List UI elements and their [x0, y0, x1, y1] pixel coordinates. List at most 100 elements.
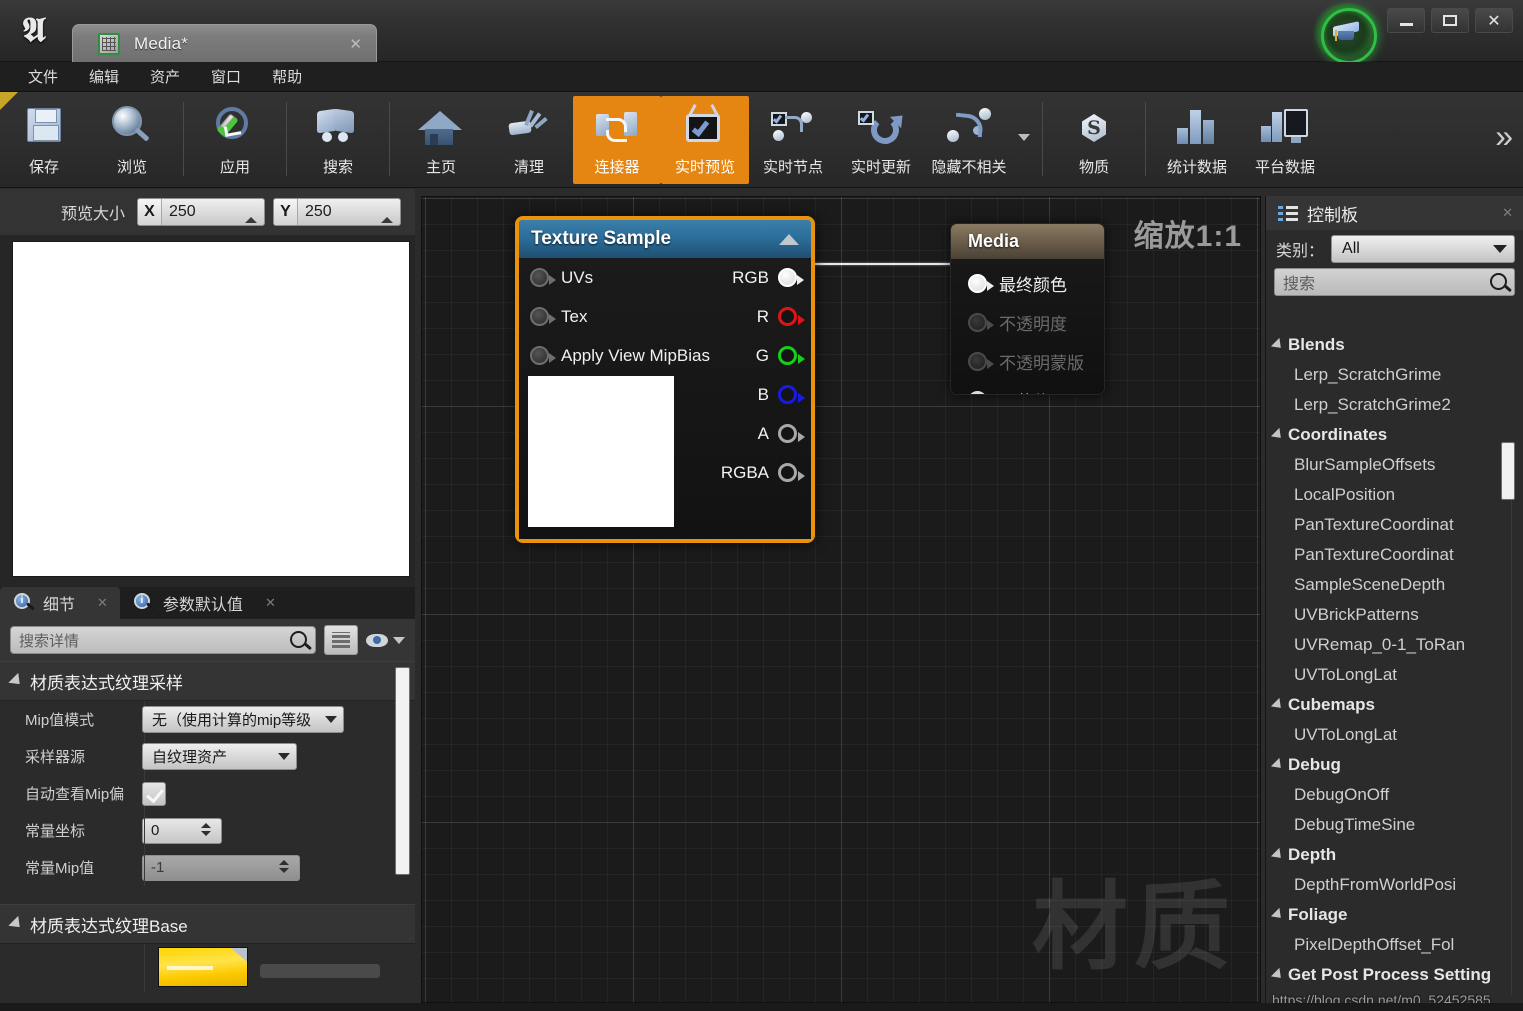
- toolbar-browse-button[interactable]: 浏览: [88, 96, 176, 184]
- prop-mip-value-mode-combo[interactable]: 无（使用计算的mip等级: [142, 706, 344, 733]
- node-output-r[interactable]: R: [651, 297, 811, 336]
- list-item[interactable]: PanTextureCoordinat: [1266, 510, 1523, 540]
- palette-group-cubemaps[interactable]: Cubemaps: [1266, 690, 1523, 720]
- menu-edit[interactable]: 编辑: [75, 62, 133, 91]
- node-output-b[interactable]: B: [651, 375, 811, 414]
- node-output-rgb[interactable]: RGB: [651, 258, 811, 297]
- preview-size-x-value[interactable]: 250: [162, 203, 240, 221]
- menu-window[interactable]: 窗口: [197, 62, 255, 91]
- preview-size-y-input[interactable]: Y 250: [273, 198, 401, 226]
- details-grid-view-button[interactable]: [324, 625, 358, 655]
- details-section-texture-base[interactable]: 材质表达式纹理Base: [0, 904, 415, 944]
- palette-group-post-process[interactable]: Get Post Process Setting: [1266, 960, 1523, 990]
- list-item[interactable]: PanTextureCoordinat: [1266, 540, 1523, 570]
- input-pin-screen-position[interactable]: [968, 391, 987, 394]
- list-item[interactable]: LocalPosition: [1266, 480, 1523, 510]
- toolbar-search-button[interactable]: 搜索: [294, 96, 382, 184]
- toolbar-apply-button[interactable]: 应用: [191, 96, 279, 184]
- input-pin-tex[interactable]: [530, 307, 556, 326]
- details-section-texture-sample[interactable]: 材质表达式纹理采样: [0, 661, 415, 701]
- toolbar-live-update-button[interactable]: 实时更新: [837, 96, 925, 184]
- menu-file[interactable]: 文件: [14, 62, 72, 91]
- input-pin-uvs[interactable]: [530, 268, 556, 287]
- details-search-input[interactable]: 搜索详情: [10, 626, 316, 654]
- output-pin-rgb[interactable]: [778, 268, 804, 287]
- toolbar-home-button[interactable]: 主页: [397, 96, 485, 184]
- output-pin-r[interactable]: [778, 307, 805, 326]
- toolbar-stats-button[interactable]: 统计数据: [1153, 96, 1241, 184]
- node-output-g[interactable]: G: [651, 336, 811, 375]
- node-texture-sample[interactable]: Texture Sample UVs Tex Apply View MipBia…: [515, 216, 815, 543]
- list-item[interactable]: GetAmbientCubemap: [1266, 990, 1523, 995]
- texture-base-thumbnail[interactable]: [158, 947, 248, 987]
- minimize-button[interactable]: [1387, 8, 1425, 33]
- tutorial-button[interactable]: [1314, 3, 1378, 64]
- input-pin-final-color[interactable]: [968, 274, 994, 293]
- node-output-rgba[interactable]: RGBA: [651, 453, 811, 492]
- toolbar-save-button[interactable]: 保存: [0, 96, 88, 184]
- palette-search-input[interactable]: 搜索: [1274, 268, 1515, 296]
- node-media-header[interactable]: Media: [951, 224, 1104, 259]
- toolbar-clean-button[interactable]: 清理: [485, 96, 573, 184]
- list-item[interactable]: UVToLongLat: [1266, 720, 1523, 750]
- list-item[interactable]: UVBrickPatterns: [1266, 600, 1523, 630]
- output-pin-rgba[interactable]: [778, 463, 805, 482]
- palette-group-foliage[interactable]: Foliage: [1266, 900, 1523, 930]
- preview-size-x-input[interactable]: X 250: [137, 198, 265, 226]
- list-item[interactable]: UVRemap_0-1_ToRan: [1266, 630, 1523, 660]
- palette-list[interactable]: Blends Lerp_ScratchGrime Lerp_ScratchGri…: [1266, 330, 1523, 995]
- palette-group-blends[interactable]: Blends: [1266, 330, 1523, 360]
- node-connection-wire[interactable]: [799, 263, 961, 265]
- asset-tab-media[interactable]: Media* ✕: [72, 24, 377, 62]
- palette-tab-header[interactable]: 控制板 ✕: [1266, 196, 1523, 230]
- palette-group-coordinates[interactable]: Coordinates: [1266, 420, 1523, 450]
- tab-parameter-defaults[interactable]: 参数默认值 ✕: [120, 587, 288, 619]
- menu-help[interactable]: 帮助: [258, 62, 316, 91]
- palette-group-depth[interactable]: Depth: [1266, 840, 1523, 870]
- node-media-input-final-color[interactable]: 最终颜色: [951, 264, 1104, 303]
- output-pin-g[interactable]: [778, 346, 805, 365]
- list-item[interactable]: DebugTimeSine: [1266, 810, 1523, 840]
- tab-details[interactable]: 细节 ✕: [0, 587, 120, 619]
- list-item[interactable]: BlurSampleOffsets: [1266, 450, 1523, 480]
- toolbar-connectors-button[interactable]: 连接器: [573, 96, 661, 184]
- material-preview-viewport[interactable]: [12, 241, 410, 577]
- node-output-a[interactable]: A: [651, 414, 811, 453]
- toolbar-hide-unrelated-button[interactable]: 隐藏不相关: [925, 96, 1013, 184]
- palette-group-debug[interactable]: Debug: [1266, 750, 1523, 780]
- node-media-input-screen-position[interactable]: 屏幕位置: [951, 381, 1104, 394]
- collapse-triangle-icon[interactable]: [779, 233, 799, 245]
- close-icon[interactable]: ✕: [1502, 205, 1513, 221]
- preview-size-y-value[interactable]: 250: [298, 203, 376, 221]
- close-icon[interactable]: ✕: [265, 595, 276, 611]
- prop-sampler-source-combo[interactable]: 自纹理资产: [142, 743, 297, 770]
- prop-const-coordinate-stepper[interactable]: [197, 821, 217, 841]
- input-pin-apply-view-mipbias[interactable]: [530, 346, 556, 365]
- palette-scrollbar-track[interactable]: [1511, 500, 1512, 995]
- toolbar-platform-stats-button[interactable]: 平台数据: [1241, 96, 1329, 184]
- texture-base-asset-picker[interactable]: [260, 964, 380, 978]
- list-item[interactable]: Lerp_ScratchGrime: [1266, 360, 1523, 390]
- node-media-result[interactable]: Media 最终颜色 不透明度 不透明蒙版 屏幕位置: [950, 223, 1105, 395]
- toolbar-live-nodes-button[interactable]: 实时节点: [749, 96, 837, 184]
- list-item[interactable]: DepthFromWorldPosi: [1266, 870, 1523, 900]
- material-graph-canvas[interactable]: 缩放1:1 材质 Texture Sample UVs Tex Apply Vi…: [421, 196, 1261, 1003]
- output-pin-b[interactable]: [778, 385, 805, 404]
- list-item[interactable]: DebugOnOff: [1266, 780, 1523, 810]
- list-item[interactable]: SampleSceneDepth: [1266, 570, 1523, 600]
- node-texture-sample-header[interactable]: Texture Sample: [519, 220, 811, 258]
- close-icon[interactable]: ✕: [343, 35, 368, 53]
- palette-category-select[interactable]: All: [1331, 235, 1515, 263]
- details-visibility-button[interactable]: [366, 633, 405, 647]
- list-item[interactable]: UVToLongLat: [1266, 660, 1523, 690]
- close-button[interactable]: ✕: [1475, 8, 1513, 33]
- toolbar-live-preview-button[interactable]: 实时预览: [661, 96, 749, 184]
- list-item[interactable]: Lerp_ScratchGrime2: [1266, 390, 1523, 420]
- prop-auto-view-mip-bias-checkbox[interactable]: [142, 781, 166, 806]
- palette-scrollbar-thumb[interactable]: [1501, 442, 1515, 500]
- maximize-button[interactable]: [1431, 8, 1469, 33]
- toolbar-substance-button[interactable]: 物质: [1050, 96, 1138, 184]
- output-pin-a[interactable]: [778, 424, 805, 443]
- close-icon[interactable]: ✕: [97, 595, 108, 611]
- toolbar-overflow-button[interactable]: »: [1495, 120, 1513, 152]
